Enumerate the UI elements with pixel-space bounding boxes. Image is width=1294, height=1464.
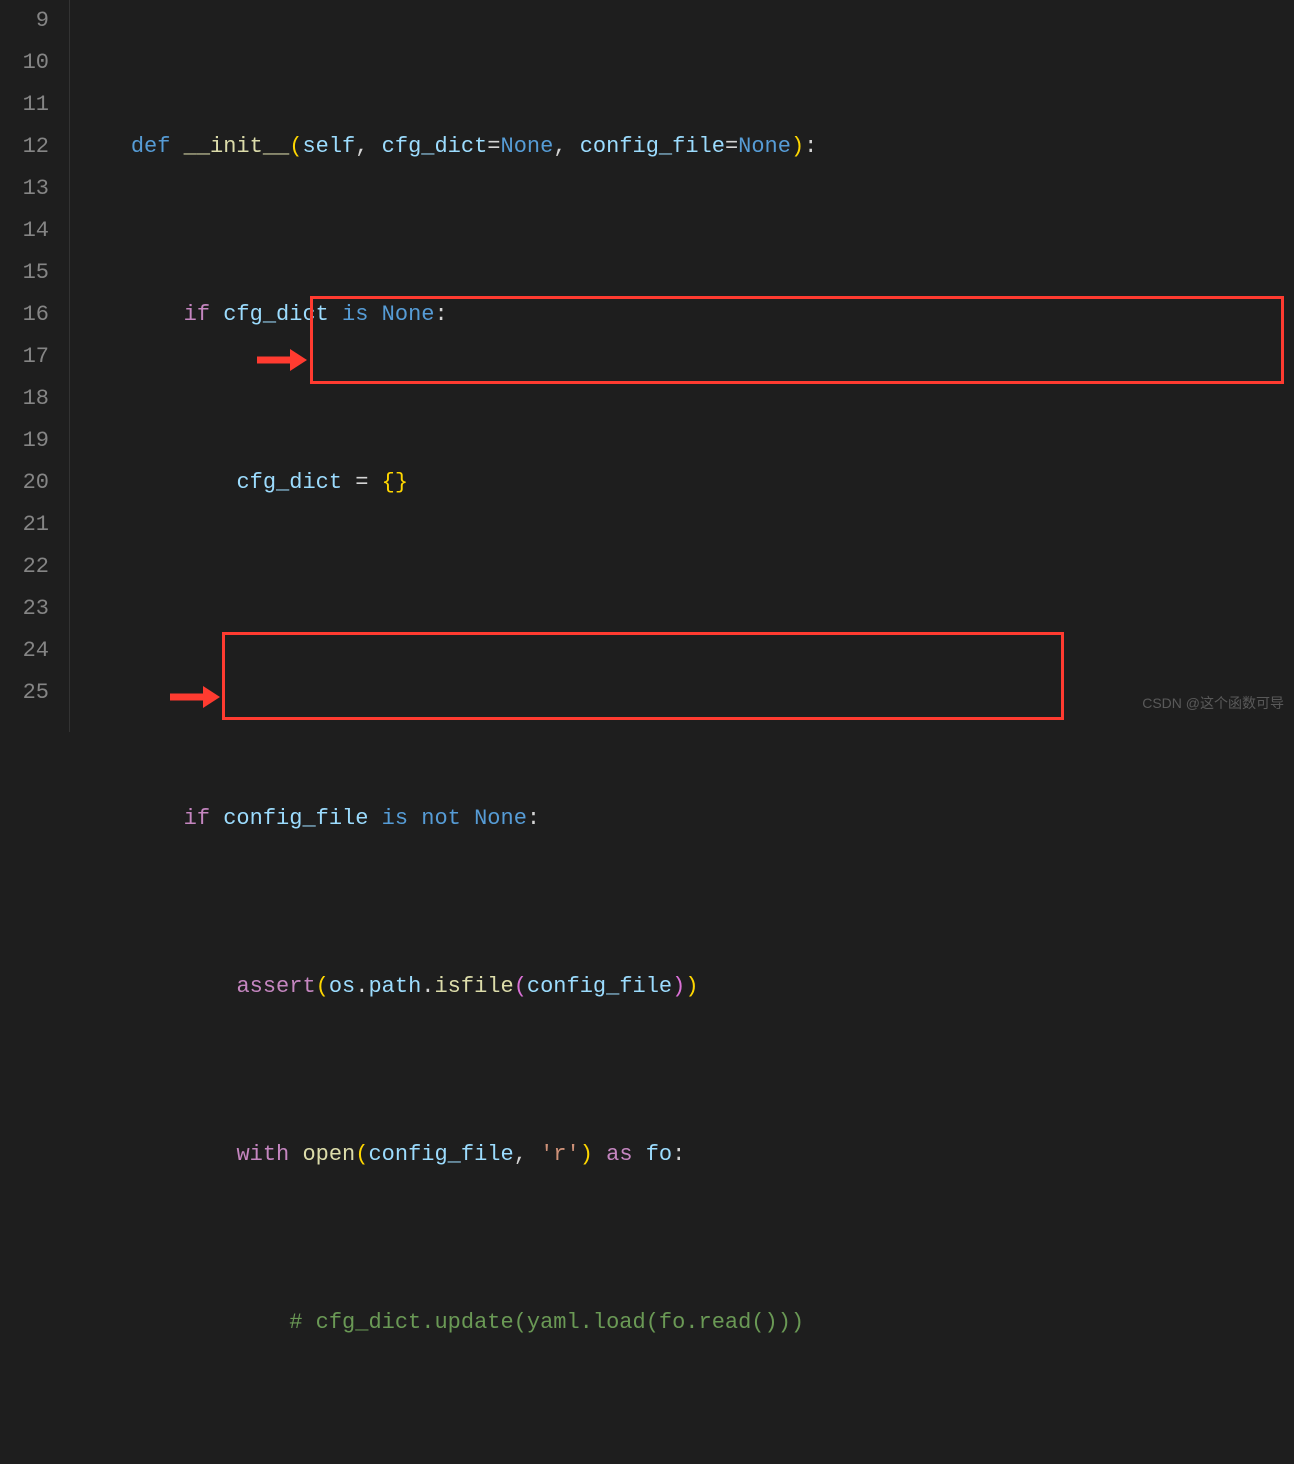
paren-open: ( <box>316 974 329 999</box>
code-line[interactable]: cfg_dict = {} <box>78 462 1294 504</box>
variable: config_file <box>368 1142 513 1167</box>
line-number: 13 <box>0 168 49 210</box>
keyword-if: if <box>184 302 224 327</box>
code-line[interactable]: def __init__(self, cfg_dict=None, config… <box>78 126 1294 168</box>
keyword-def: def <box>131 134 184 159</box>
equals: = <box>725 134 738 159</box>
line-number: 18 <box>0 378 49 420</box>
none-literal: None <box>501 134 554 159</box>
variable: config_file <box>527 974 672 999</box>
comma: , <box>514 1142 540 1167</box>
none-literal: None <box>474 806 527 831</box>
code-line-comment[interactable]: # cfg_dict.update(yaml.load(fo.read())) <box>78 1302 1294 1344</box>
param-self: self <box>302 134 355 159</box>
paren-open: ( <box>289 134 302 159</box>
line-number: 20 <box>0 462 49 504</box>
line-number: 16 <box>0 294 49 336</box>
paren-close: ) <box>672 974 685 999</box>
code-area[interactable]: def __init__(self, cfg_dict=None, config… <box>70 0 1294 732</box>
keyword-as: as <box>593 1142 646 1167</box>
method-isfile: isfile <box>434 974 513 999</box>
param: cfg_dict <box>382 134 488 159</box>
line-number: 11 <box>0 84 49 126</box>
colon: : <box>527 806 540 831</box>
keyword-assert: assert <box>236 974 315 999</box>
paren-open: ( <box>355 1142 368 1167</box>
keyword-not: not <box>421 806 474 831</box>
comma: , <box>553 134 579 159</box>
colon: : <box>434 302 447 327</box>
paren-open: ( <box>514 974 527 999</box>
colon: : <box>672 1142 685 1167</box>
module-os: os <box>329 974 355 999</box>
code-line[interactable]: assert(os.path.isfile(config_file)) <box>78 966 1294 1008</box>
variable: fo <box>646 1142 672 1167</box>
line-number: 19 <box>0 420 49 462</box>
equals: = <box>342 470 382 495</box>
builtin-open: open <box>302 1142 355 1167</box>
none-literal: None <box>382 302 435 327</box>
line-number: 12 <box>0 126 49 168</box>
none-literal: None <box>738 134 791 159</box>
comment: # cfg_dict.update(yaml.load(fo.read())) <box>289 1310 804 1335</box>
paren-close: ) <box>685 974 698 999</box>
dot: . <box>355 974 368 999</box>
dot: . <box>421 974 434 999</box>
code-line[interactable]: if config_file is not None: <box>78 798 1294 840</box>
keyword-if: if <box>184 806 224 831</box>
attr-path: path <box>368 974 421 999</box>
line-number: 15 <box>0 252 49 294</box>
line-number: 22 <box>0 546 49 588</box>
param: config_file <box>580 134 725 159</box>
keyword-is: is <box>329 302 382 327</box>
function-name: __init__ <box>184 134 290 159</box>
variable: cfg_dict <box>223 302 329 327</box>
code-line-blank[interactable] <box>78 630 1294 672</box>
line-number: 25 <box>0 672 49 714</box>
code-editor: 9 10 11 12 13 14 15 16 17 18 19 20 21 22… <box>0 0 1294 732</box>
watermark: CSDN @这个函数可导 <box>1142 682 1284 724</box>
line-number: 23 <box>0 588 49 630</box>
line-number: 17 <box>0 336 49 378</box>
variable: config_file <box>223 806 368 831</box>
line-number: 9 <box>0 0 49 42</box>
equals: = <box>487 134 500 159</box>
variable: cfg_dict <box>236 470 342 495</box>
line-number-gutter: 9 10 11 12 13 14 15 16 17 18 19 20 21 22… <box>0 0 70 732</box>
brace-close: } <box>395 470 408 495</box>
colon: : <box>804 134 817 159</box>
paren-close: ) <box>580 1142 593 1167</box>
line-number: 24 <box>0 630 49 672</box>
brace-open: { <box>382 470 395 495</box>
code-line[interactable]: with open(config_file, 'r') as fo: <box>78 1134 1294 1176</box>
keyword-with: with <box>236 1142 302 1167</box>
line-number: 10 <box>0 42 49 84</box>
line-number: 21 <box>0 504 49 546</box>
code-line[interactable]: if cfg_dict is None: <box>78 294 1294 336</box>
keyword-is: is <box>368 806 421 831</box>
line-number: 14 <box>0 210 49 252</box>
string-literal: 'r' <box>540 1142 580 1167</box>
paren-close: ) <box>791 134 804 159</box>
comma: , <box>355 134 381 159</box>
